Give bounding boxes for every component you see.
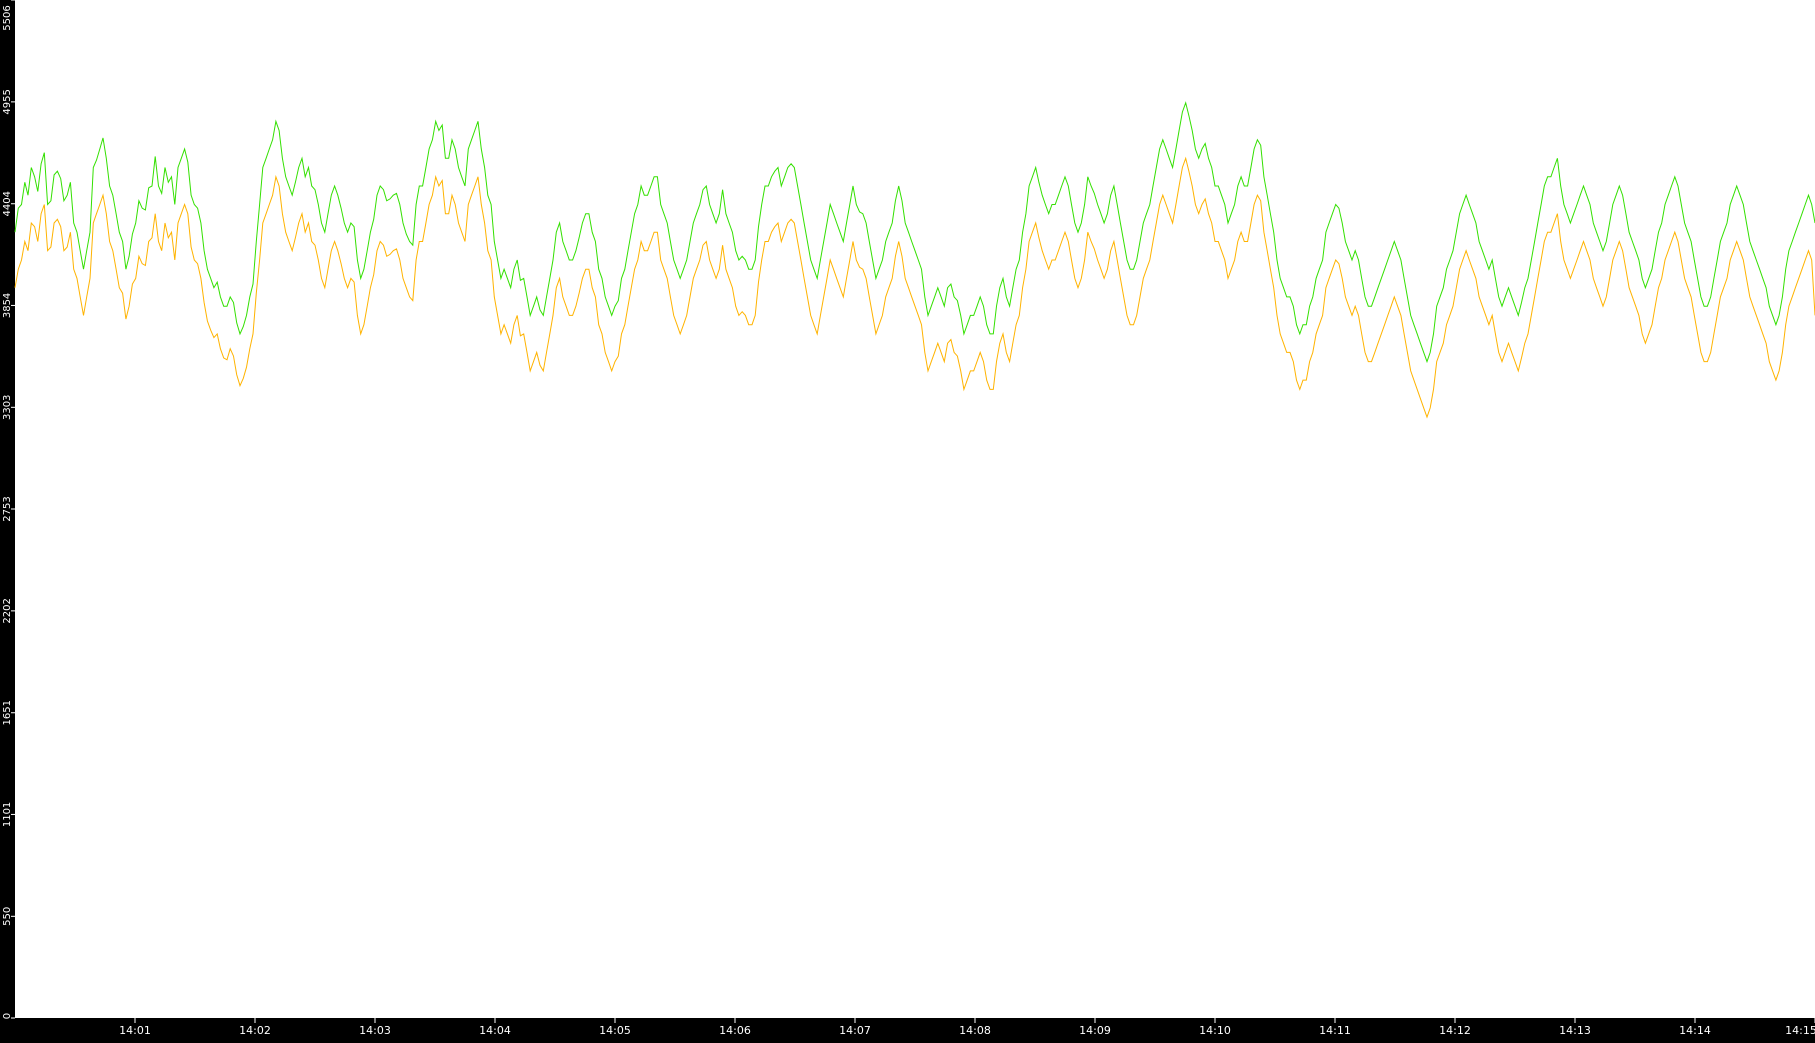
y-tick-label: 3854 (2, 293, 13, 318)
x-tick-label: 14:11 (1319, 1024, 1351, 1037)
x-tick-label: 14:07 (839, 1024, 871, 1037)
x-tick-label: 14:03 (359, 1024, 391, 1037)
x-tick-label: 14:09 (1079, 1024, 1111, 1037)
y-tick-label: 1101 (2, 802, 13, 827)
x-tick-label: 14:13 (1559, 1024, 1591, 1037)
x-tick-label: 14:02 (239, 1024, 271, 1037)
x-tick-label: 14:10 (1199, 1024, 1231, 1037)
y-tick-label: 0 (2, 1013, 13, 1019)
plot-area (15, 0, 1815, 1018)
x-tick-label: 14:12 (1439, 1024, 1471, 1037)
y-tick-label: 5506 (2, 5, 13, 30)
chart-container: 0 550 1101 1651 2202 2753 3303 3854 4404 4955 5506… (0, 0, 1815, 1039)
x-tick-label: 14:05 (599, 1024, 631, 1037)
x-tick-label: 14:08 (959, 1024, 991, 1037)
y-tick-label: 4955 (2, 89, 13, 114)
y-tick-label: 550 (2, 907, 13, 926)
x-tick-label: 14:15 (1785, 1024, 1815, 1037)
y-tick-label: 2202 (2, 598, 13, 623)
y-tick-label: 2753 (2, 496, 13, 521)
x-tick-label: 14:06 (719, 1024, 751, 1037)
x-tick-label: 14:04 (479, 1024, 511, 1037)
y-tick-label: 3303 (2, 395, 13, 420)
x-tick-label: 14:01 (119, 1024, 151, 1037)
y-tick-label: 4404 (2, 191, 13, 216)
y-tick-label: 1651 (2, 700, 13, 725)
x-tick-label: 14:14 (1679, 1024, 1711, 1037)
line-chart: 0 550 1101 1651 2202 2753 3303 3854 4404 4955 5506… (0, 0, 1815, 1039)
